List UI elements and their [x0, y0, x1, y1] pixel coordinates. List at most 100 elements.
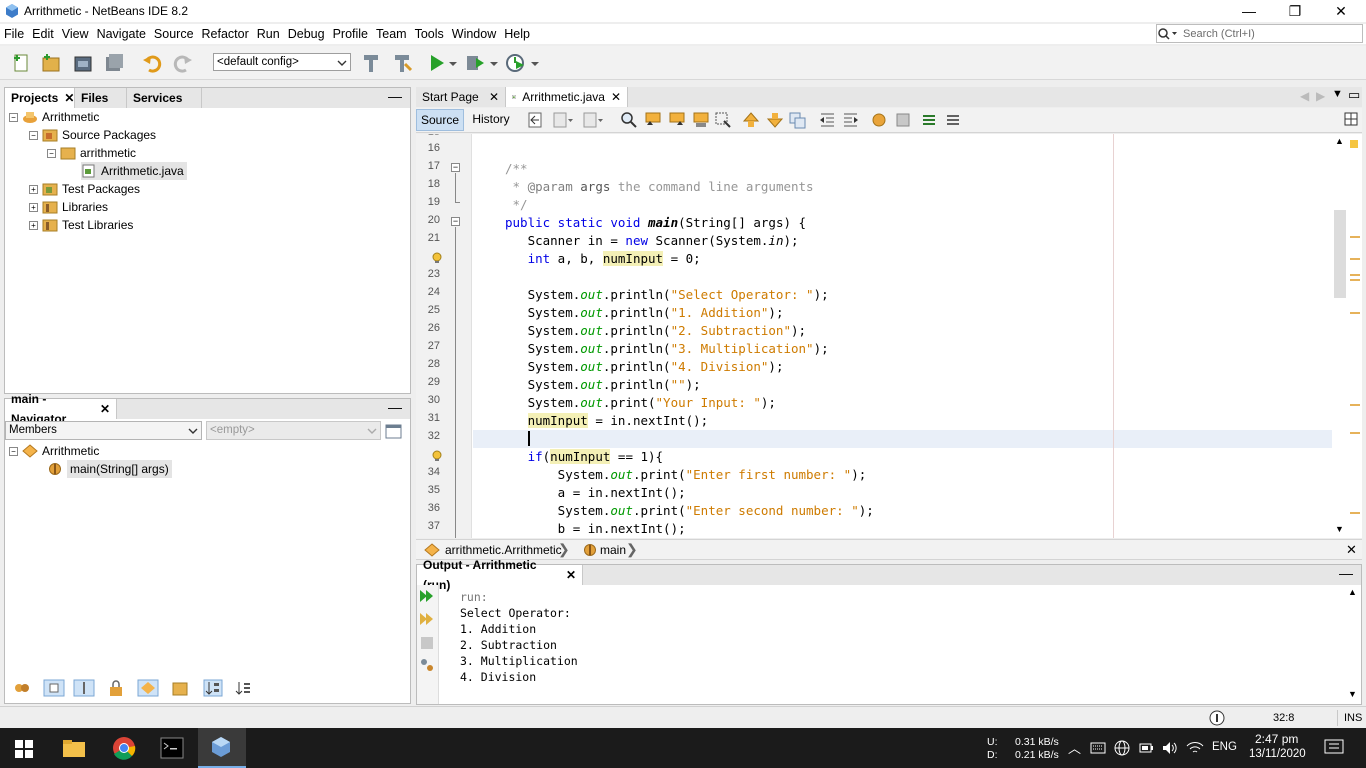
search-input[interactable]: Search (Ctrl+I) [1156, 24, 1363, 43]
collapse-icon[interactable]: − [47, 148, 56, 158]
volume-icon[interactable] [1162, 740, 1178, 756]
chevron-up-icon[interactable]: ︿ [1068, 738, 1081, 757]
scroll-down-icon[interactable]: ▼ [1335, 524, 1344, 534]
tree-item-libraries[interactable]: + Libraries [29, 198, 108, 216]
tree-item-project[interactable]: − Arrithmetic [9, 108, 99, 126]
sort-by-name-icon[interactable] [233, 679, 253, 697]
show-static-icon[interactable] [73, 679, 95, 697]
comment-icon[interactable] [920, 111, 938, 129]
split-editor-icon[interactable] [1344, 112, 1358, 126]
keyboard-icon[interactable] [1090, 740, 1106, 756]
warning-marker[interactable] [1350, 512, 1360, 514]
new-project-icon[interactable] [40, 52, 62, 74]
find-next-icon[interactable] [668, 111, 686, 129]
tab-start-page[interactable]: Start Page ✕ [416, 87, 506, 107]
warning-marker[interactable] [1350, 312, 1360, 314]
sort-by-source-icon[interactable] [203, 679, 223, 697]
chrome-icon[interactable] [112, 736, 136, 760]
show-fields-icon[interactable] [43, 679, 65, 697]
minimize-panel-icon[interactable]: — [388, 88, 402, 104]
hint-bulb-icon[interactable] [431, 252, 443, 264]
scroll-tabs-left-icon[interactable]: ◀ [1300, 89, 1309, 103]
navigator-options-icon[interactable] [385, 422, 403, 440]
menu-debug[interactable]: Debug [284, 27, 329, 41]
output-scrollbar[interactable]: ▲ ▼ [1345, 585, 1361, 704]
scroll-down-icon[interactable]: ▼ [1348, 689, 1357, 699]
uncomment-icon[interactable] [944, 111, 962, 129]
source-mode-button[interactable]: Source [416, 109, 464, 131]
menu-navigate[interactable]: Navigate [93, 27, 150, 41]
config-select[interactable]: <default config> [213, 53, 351, 71]
scroll-up-icon[interactable]: ▲ [1348, 587, 1357, 597]
expand-icon[interactable]: + [29, 202, 38, 212]
menu-profile[interactable]: Profile [329, 27, 372, 41]
tab-navigator[interactable]: main - Navigator ✕ [5, 392, 117, 426]
tab-projects[interactable]: Projects ✕ [5, 88, 75, 108]
minimize-panel-icon[interactable]: — [1339, 565, 1353, 581]
menu-window[interactable]: Window [448, 27, 500, 41]
maximize-editor-icon[interactable]: ▭ [1348, 87, 1360, 103]
menu-view[interactable]: View [58, 27, 93, 41]
menu-source[interactable]: Source [150, 27, 198, 41]
rerun-icon[interactable] [419, 588, 435, 604]
next-bookmark-icon[interactable] [766, 111, 784, 129]
close-breadcrumb-icon[interactable]: ✕ [1346, 542, 1357, 558]
menu-help[interactable]: Help [500, 27, 534, 41]
debug-icon[interactable] [464, 52, 486, 74]
show-inner-classes-icon[interactable] [137, 679, 159, 697]
member-search-select[interactable]: <empty> [206, 421, 381, 440]
warning-marker[interactable] [1350, 432, 1360, 434]
settings-icon[interactable] [419, 657, 435, 673]
notifications-icon[interactable] [1209, 710, 1225, 726]
collapse-icon[interactable]: − [9, 112, 18, 122]
tab-files[interactable]: Files [75, 88, 127, 108]
history-mode-button[interactable]: History [466, 109, 516, 131]
forward-icon[interactable] [582, 111, 604, 129]
editor-scrollbar[interactable]: ▲ ▼ [1332, 134, 1348, 538]
previous-bookmark-icon[interactable] [742, 111, 760, 129]
last-edit-icon[interactable] [526, 111, 544, 129]
code-editor[interactable]: 15 16 17 18 19 20 21 23 24 25 26 27 28 2… [416, 134, 1332, 538]
menu-refactor[interactable]: Refactor [198, 27, 253, 41]
stop-icon[interactable] [419, 635, 435, 651]
terminal-icon[interactable] [160, 737, 184, 759]
collapse-icon[interactable]: − [9, 446, 18, 456]
file-explorer-icon[interactable] [62, 738, 86, 758]
warning-marker[interactable] [1350, 140, 1358, 148]
tree-item-test-libraries[interactable]: + Test Libraries [29, 216, 133, 234]
error-stripe[interactable] [1348, 134, 1362, 538]
menu-tools[interactable]: Tools [411, 27, 448, 41]
menu-edit[interactable]: Edit [28, 27, 58, 41]
build-icon[interactable] [360, 52, 382, 74]
start-macro-icon[interactable] [870, 111, 888, 129]
tree-item-package[interactable]: − arrithmetic [47, 144, 136, 162]
find-previous-icon[interactable] [644, 111, 662, 129]
language-indicator[interactable]: ENG [1212, 741, 1237, 753]
fqn-icon[interactable] [171, 679, 189, 697]
network-icon[interactable] [1186, 740, 1204, 756]
profile-icon[interactable] [504, 52, 526, 74]
toggle-highlight-icon[interactable] [714, 111, 732, 129]
find-selection-icon[interactable] [692, 111, 710, 129]
warning-marker[interactable] [1350, 274, 1360, 276]
tree-item-java-file[interactable]: Arrithmetic.java [81, 162, 187, 180]
hint-bulb-icon[interactable] [431, 450, 443, 462]
nav-item-class[interactable]: − Arrithmetic [9, 442, 99, 460]
undo-icon[interactable] [141, 52, 163, 74]
close-icon[interactable]: ✕ [566, 565, 576, 585]
expand-icon[interactable]: + [29, 184, 38, 194]
minimize-panel-icon[interactable]: — [388, 399, 402, 415]
warning-marker[interactable] [1350, 236, 1360, 238]
menu-team[interactable]: Team [372, 27, 411, 41]
new-file-icon[interactable] [10, 52, 32, 74]
show-opened-documents-icon[interactable]: ▼ [1332, 88, 1343, 100]
close-icon[interactable]: ✕ [100, 399, 110, 419]
warning-marker[interactable] [1350, 258, 1360, 260]
toggle-bookmark-icon[interactable] [788, 111, 806, 129]
tab-arrithmetic-java[interactable]: Arrithmetic.java ✕ [506, 87, 628, 107]
profile-dropdown-icon[interactable] [529, 52, 541, 74]
tree-item-test-packages[interactable]: + Test Packages [29, 180, 140, 198]
expand-icon[interactable]: + [29, 220, 38, 230]
tab-services[interactable]: Services [127, 88, 202, 108]
collapse-icon[interactable]: − [29, 130, 38, 140]
